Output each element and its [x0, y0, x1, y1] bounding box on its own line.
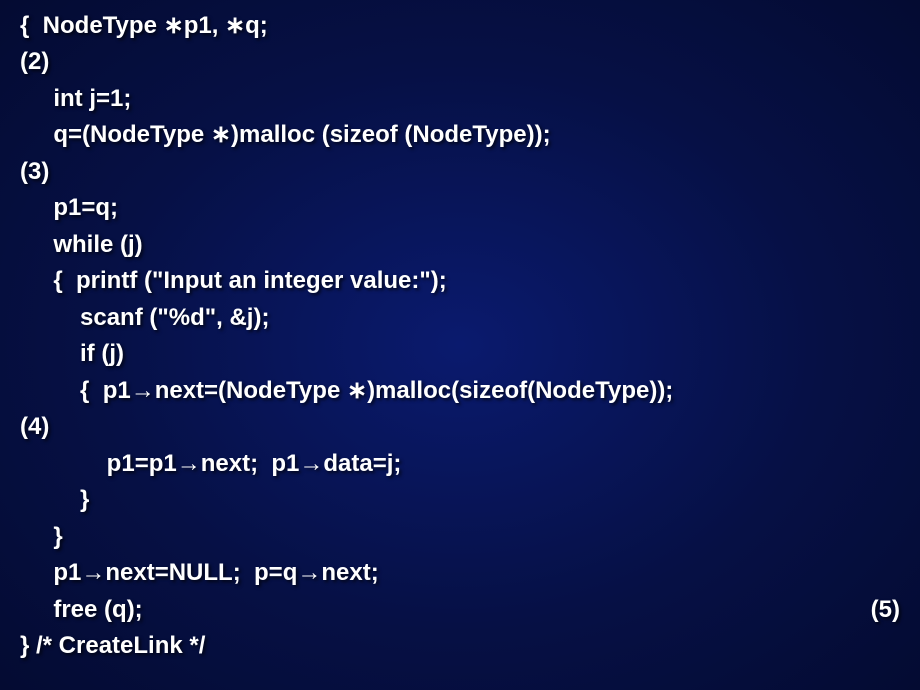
marker-5: (5) [871, 592, 900, 628]
code-line-free: free (q); [0, 592, 920, 628]
code-line-scanf: scanf ("%d", &j); [0, 300, 920, 336]
code-line-int-j: int j=1; [0, 81, 920, 117]
marker-2: (2) [0, 44, 920, 80]
code-line-printf: { printf ("Input an integer value:"); [0, 263, 920, 299]
code-line-null: p1→next=NULL; p=q→next; [0, 555, 920, 591]
code-line-close2: } [0, 519, 920, 555]
code-line-if-j: if (j) [0, 336, 920, 372]
marker-4: (4) [0, 409, 920, 445]
code-line-p1-q: p1=q; [0, 190, 920, 226]
marker-3: (3) [0, 154, 920, 190]
code-line-malloc-next: { p1→next=(NodeType ∗)malloc(sizeof(Node… [0, 373, 920, 409]
code-line-p1-next: p1=p1→next; p1→data=j; [0, 446, 920, 482]
code-line-close1: } [0, 482, 920, 518]
code-line-while: while (j) [0, 227, 920, 263]
code-line-malloc-q: q=(NodeType ∗)malloc (sizeof (NodeType))… [0, 117, 920, 153]
code-line-end: } /* CreateLink */ [0, 628, 920, 664]
code-line-decl: { NodeType ∗p1, ∗q; [0, 8, 920, 44]
